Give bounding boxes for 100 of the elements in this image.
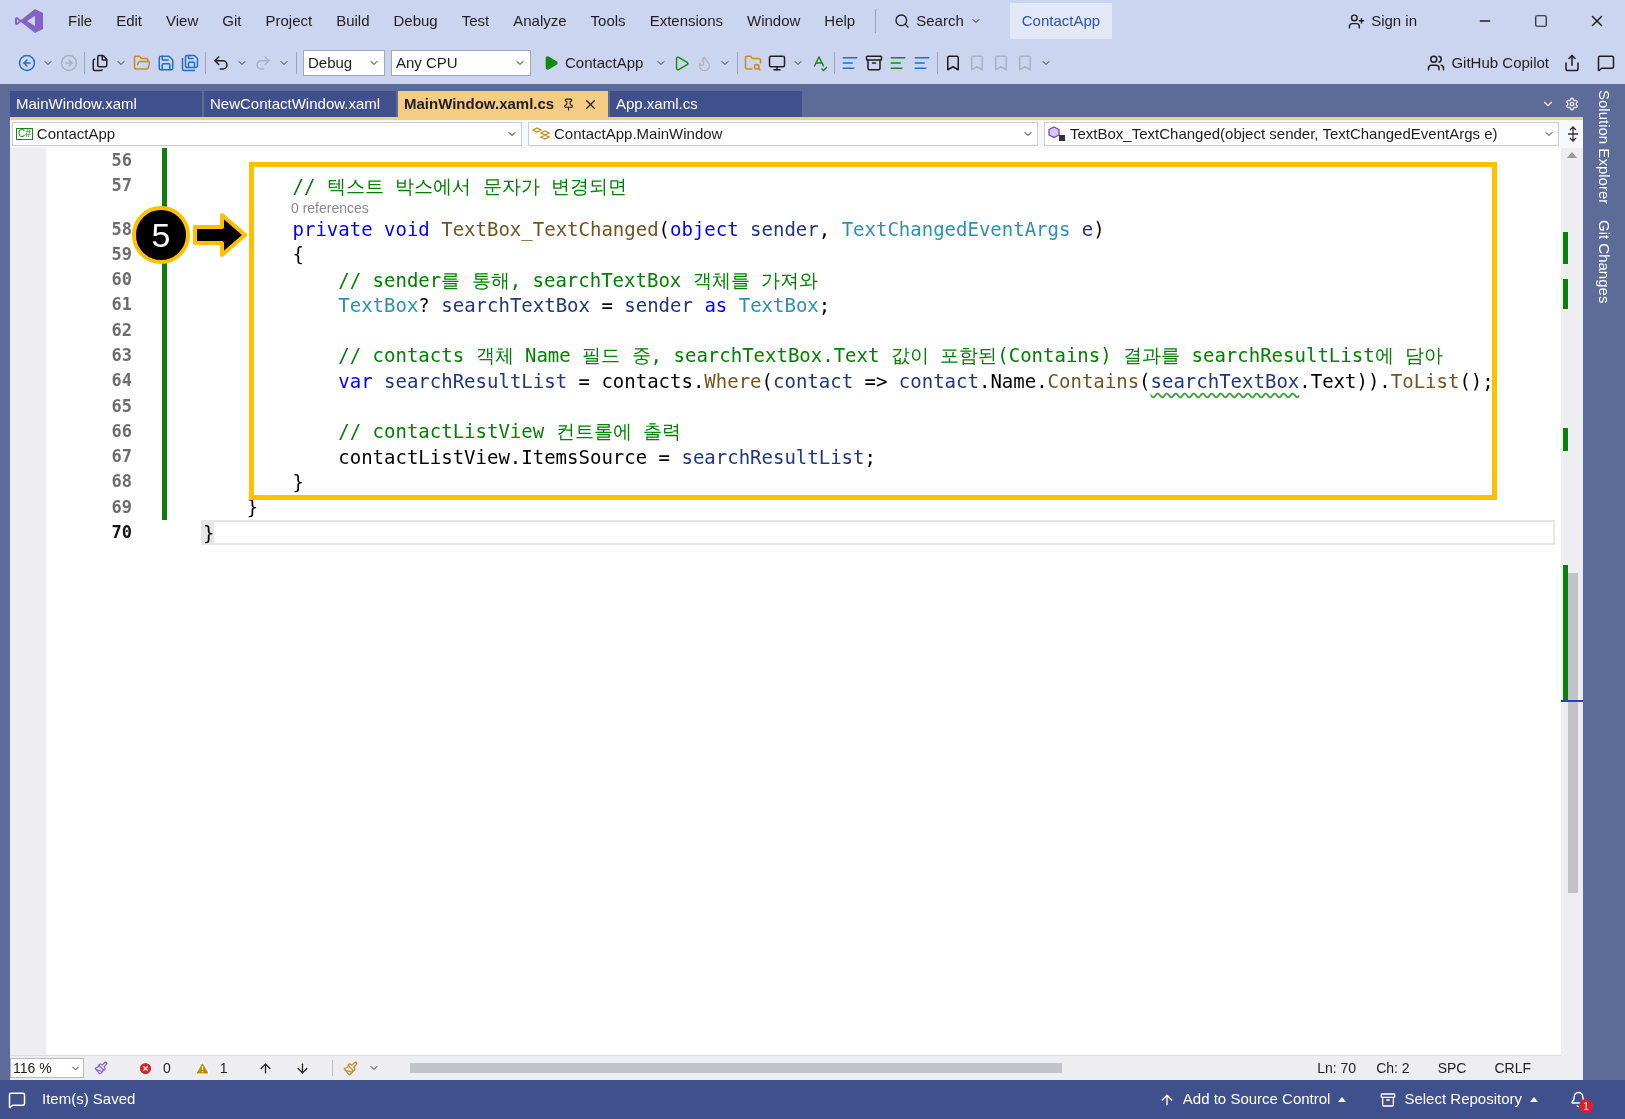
class-icon	[532, 127, 550, 141]
menu-item[interactable]: File	[58, 9, 103, 33]
side-panel-tab[interactable]: Git Changes	[1590, 220, 1618, 304]
menu-item[interactable]: View	[156, 9, 209, 33]
menu-item[interactable]: Extensions	[639, 9, 733, 33]
user-icon	[1348, 12, 1366, 30]
line-number: 57	[110, 174, 132, 198]
search-button[interactable]: Search	[886, 9, 990, 33]
line-number: 64	[110, 369, 132, 393]
line-number: 56	[110, 148, 132, 172]
intellicode-icon[interactable]	[94, 1061, 108, 1075]
copilot-button[interactable]: GitHub Copilot	[1427, 51, 1549, 75]
open-folder-icon[interactable]	[133, 54, 151, 72]
arrow-down-icon[interactable]	[294, 1060, 310, 1076]
new-item-icon[interactable]	[91, 54, 109, 72]
side-panel-tab[interactable]: Solution Explorer	[1590, 90, 1618, 205]
menu-item[interactable]: Analyze	[503, 9, 577, 33]
type-dropdown[interactable]: ContactApp.MainWindow	[528, 122, 1038, 146]
member-dropdown[interactable]: TextBox_TextChanged(object sender, TextChangedEventArgs e)	[1044, 122, 1559, 146]
change-marker	[1563, 232, 1568, 264]
code-line: TextBox? searchTextBox = sender as TextBox;	[338, 292, 831, 318]
feedback-icon[interactable]	[1597, 54, 1615, 72]
caret-icon	[1530, 1097, 1538, 1102]
play-outline-icon[interactable]	[673, 54, 691, 72]
codelens-references[interactable]: 0 references	[201, 198, 369, 217]
play-icon	[543, 55, 559, 71]
menu-item[interactable]: Window	[737, 9, 811, 33]
menu-item[interactable]: Help	[814, 9, 866, 33]
error-icon[interactable]	[138, 1060, 153, 1076]
caret-position-marker	[1561, 700, 1583, 702]
line-number: 60	[110, 268, 132, 292]
source-control-button[interactable]: Add to Source Control	[1158, 1088, 1347, 1111]
code-line: // contactListView 컨트롤에 출력	[338, 419, 682, 445]
configuration-dropdown[interactable]: Debug	[303, 50, 385, 76]
arrow-icon	[192, 212, 248, 258]
share-icon[interactable]	[1563, 54, 1581, 72]
line-number: 70	[110, 521, 132, 545]
scroll-up-icon[interactable]	[1567, 152, 1577, 158]
csharp-badge: C#	[16, 128, 33, 140]
change-marker	[1563, 428, 1568, 451]
error-count[interactable]: 0	[163, 1057, 171, 1079]
copilot-icon	[1427, 54, 1446, 72]
sign-in-button[interactable]: Sign in	[1348, 9, 1417, 33]
warning-count[interactable]: 1	[219, 1057, 228, 1079]
line-number: 61	[110, 293, 132, 317]
file-tab[interactable]: NewContactWindow.xaml	[204, 91, 396, 117]
repository-icon	[1380, 1091, 1397, 1108]
notification-badge: 1	[1579, 1099, 1593, 1113]
code-line: // 텍스트 박스에서 문자가 변경되면	[292, 173, 628, 199]
menu-item[interactable]: Git	[212, 9, 252, 33]
scrollbar-thumb[interactable]	[1568, 573, 1578, 893]
code-line: // contacts 객체 Name 필드 중, searchTextBox.Text 값이 포함된(Contains) 결과를 searchResultList에 담아	[338, 343, 1443, 369]
start-button[interactable]: ContactApp	[537, 51, 650, 75]
menu-item[interactable]: Edit	[106, 9, 153, 33]
change-marker	[1563, 279, 1568, 309]
project-dropdown[interactable]: C# ContactApp	[12, 122, 522, 146]
file-tab[interactable]: MainWindow.xaml	[10, 91, 202, 117]
menu-item[interactable]: Debug	[383, 9, 448, 33]
menu-item[interactable]: Project	[255, 9, 323, 33]
status-message: Item(s) Saved	[42, 1089, 136, 1110]
window-icon[interactable]	[768, 54, 787, 72]
code-line: {	[292, 242, 304, 268]
file-tab[interactable]: MainWindow.xaml.cs	[398, 91, 608, 117]
platform-dropdown[interactable]: Any CPU	[391, 50, 531, 76]
caret-icon	[1338, 1097, 1347, 1102]
line-ending-indicator: CRLF	[1494, 1058, 1531, 1078]
line-number: 59	[110, 242, 132, 266]
repository-button[interactable]: Select Repository	[1380, 1088, 1538, 1111]
line-number: 63	[110, 344, 132, 367]
code-line: contactListView.ItemsSource = searchResultList;	[338, 444, 876, 470]
zoom-dropdown[interactable]: 116 %	[10, 1058, 84, 1078]
menu-item[interactable]: Test	[451, 9, 500, 33]
cleanup-icon[interactable]	[342, 1060, 358, 1076]
search-icon	[894, 13, 911, 29]
line-number: 68	[110, 470, 132, 494]
menu-item[interactable]: Build	[326, 9, 380, 33]
save-all-icon[interactable]	[181, 54, 199, 72]
code-line: // sender를 통해, searchTextBox 객체를 가져와	[338, 267, 819, 293]
line-number: 65	[110, 394, 132, 418]
undo-icon[interactable]	[212, 54, 230, 72]
notifications-icon[interactable]	[1570, 1091, 1587, 1108]
horizontal-scrollbar-thumb[interactable]	[409, 1063, 1062, 1073]
file-tab[interactable]: App.xaml.cs	[610, 91, 802, 117]
message-icon	[8, 1090, 26, 1109]
indent-icon[interactable]	[889, 54, 908, 72]
line-number: 66	[110, 419, 132, 443]
solution-name: ContactApp	[1009, 2, 1113, 40]
save-icon[interactable]	[157, 54, 175, 72]
line-number: 67	[110, 445, 132, 469]
line-indicator: Ln: 70	[1317, 1058, 1357, 1078]
folder-search-icon[interactable]	[744, 54, 763, 72]
method-icon	[1048, 126, 1066, 142]
warning-icon[interactable]	[194, 1060, 210, 1076]
menu-item[interactable]: Tools	[580, 9, 636, 33]
settings-icon[interactable]	[1565, 97, 1579, 111]
code-line: private void TextBox_TextChanged(object sender, TextChangedEventArgs e)	[292, 217, 1105, 243]
split-icon[interactable]	[1567, 126, 1579, 142]
back-icon[interactable]	[18, 54, 36, 72]
column-indicator: Ch: 2	[1376, 1058, 1410, 1078]
pin-icon[interactable]	[562, 97, 576, 111]
